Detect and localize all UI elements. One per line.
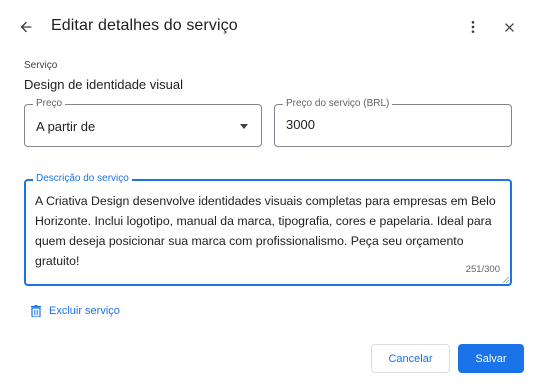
more-vert-icon [471, 21, 475, 33]
arrow-back-icon [20, 21, 32, 33]
cancel-button[interactable]: Cancelar [371, 344, 450, 373]
more-options-button[interactable] [459, 13, 487, 41]
service-price-input[interactable] [286, 117, 486, 132]
close-icon [504, 22, 514, 32]
resize-handle-icon[interactable] [503, 277, 509, 283]
trash-icon [31, 305, 41, 317]
service-price-label: Preço do serviço (BRL) [283, 98, 393, 110]
character-counter: 251/300 [465, 264, 500, 275]
back-button[interactable] [12, 13, 40, 41]
service-price-field: Preço do serviço (BRL) [274, 98, 512, 147]
dropdown-arrow-icon [240, 124, 248, 129]
close-button[interactable] [495, 13, 523, 41]
service-description-label: Descrição do serviço [33, 173, 132, 185]
delete-service-button[interactable]: Excluir serviço [31, 305, 120, 317]
service-description-text[interactable]: A Criativa Design desenvolve identidades… [35, 191, 501, 271]
service-name: Design de identidade visual [24, 77, 183, 92]
price-type-select[interactable]: Preço A partir de [24, 98, 262, 147]
dialog-header: Editar detalhes do serviço [0, 0, 545, 54]
delete-service-label: Excluir serviço [49, 305, 120, 317]
service-description-field[interactable]: Descrição do serviço A Criativa Design d… [24, 173, 512, 286]
dialog-title: Editar detalhes do serviço [51, 17, 238, 34]
price-type-value: A partir de [36, 119, 96, 134]
save-button[interactable]: Salvar [458, 344, 524, 373]
price-type-label: Preço [33, 98, 66, 110]
service-label: Serviço [24, 60, 58, 71]
